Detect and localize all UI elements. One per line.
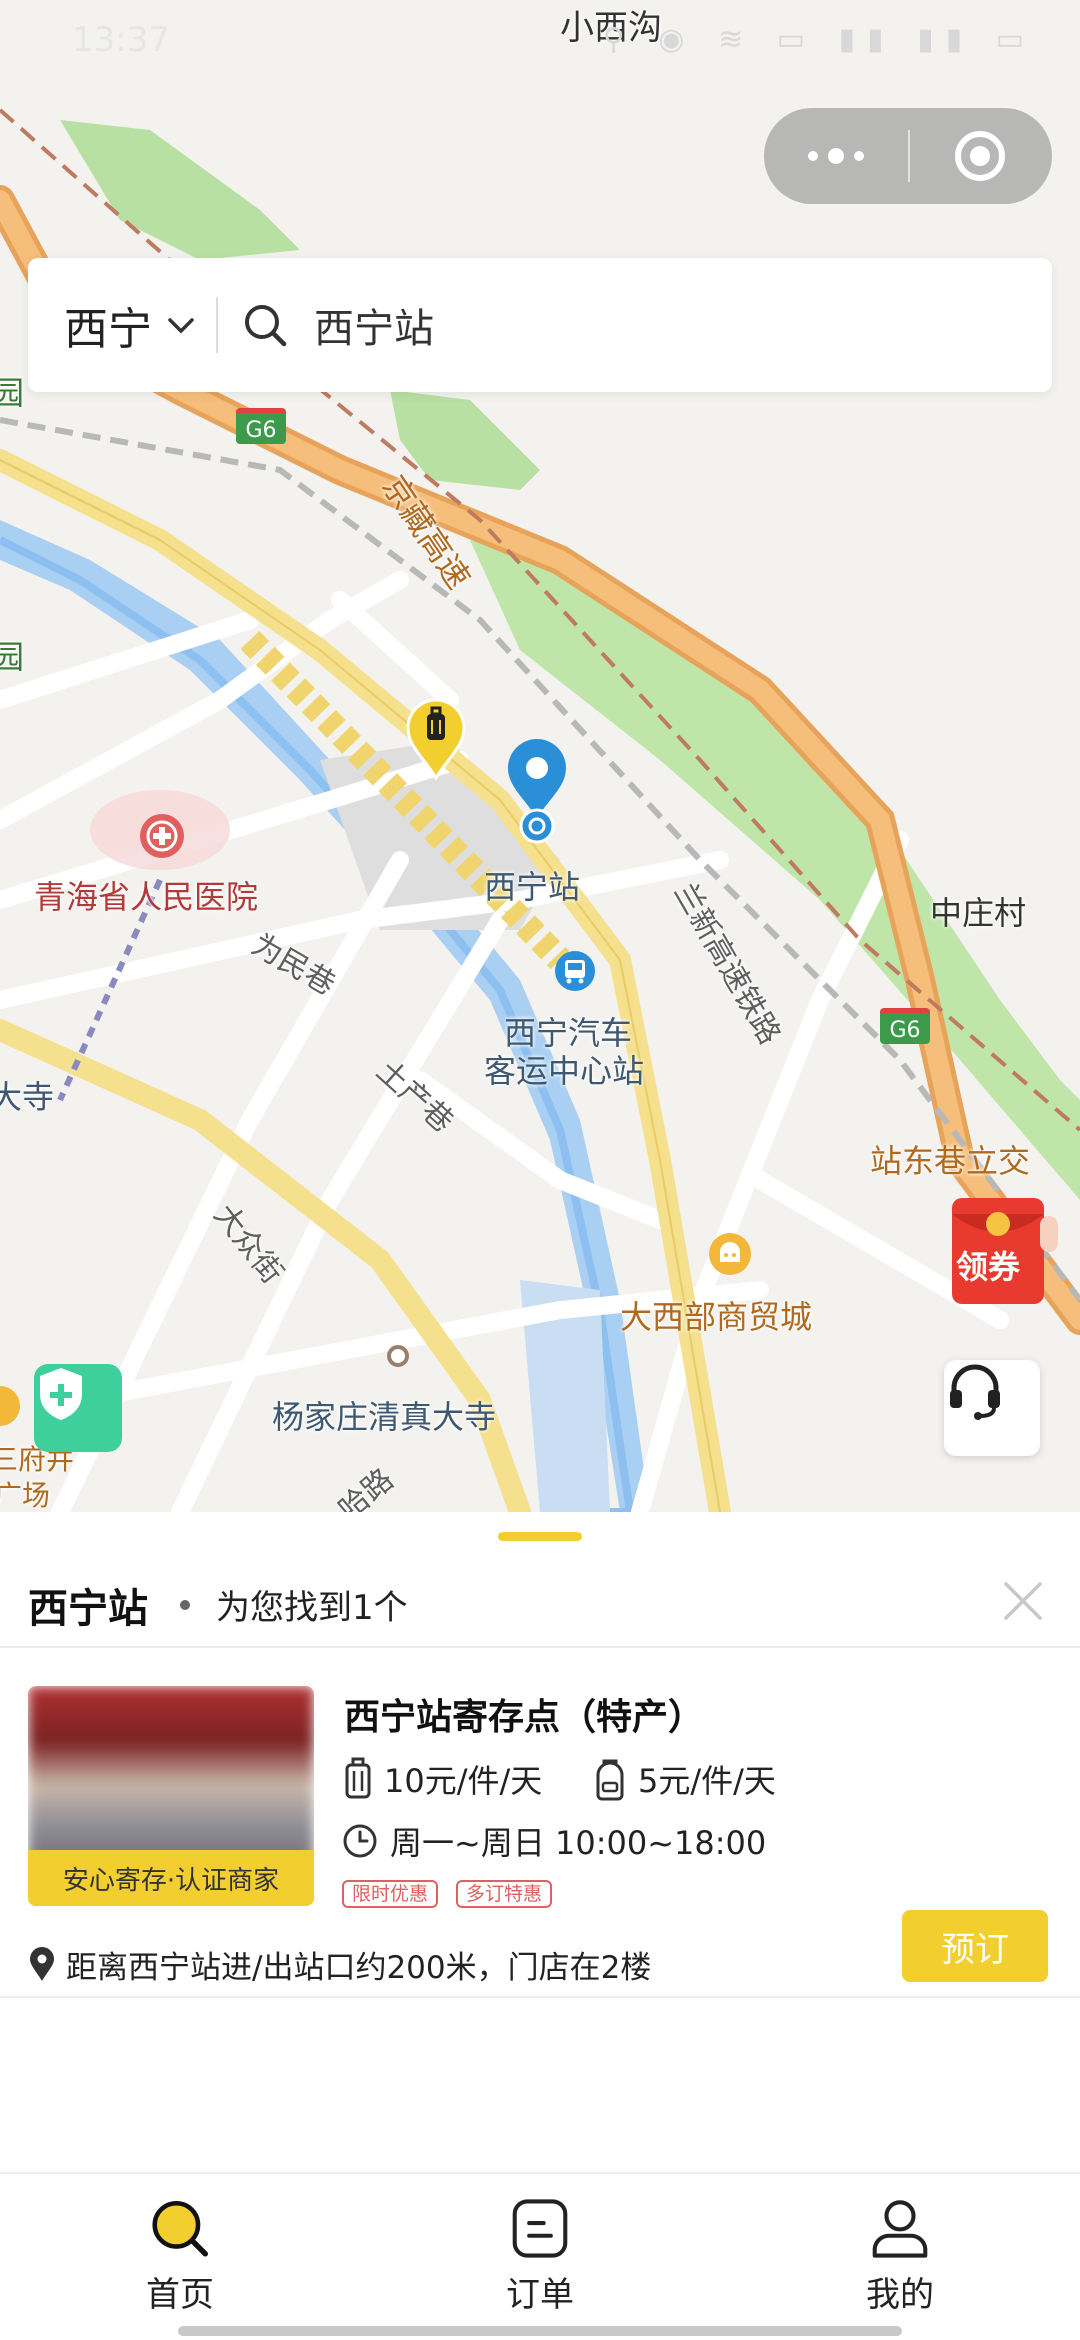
map-label-park-1: 园 [0,374,25,412]
tab-home[interactable]: 首页 [90,2196,270,2316]
backpack-icon [596,1759,624,1801]
opening-hours-text: 周一~周日 10:00~18:00 [390,1824,767,1862]
map-label-zhandong: 站东巷立交 [870,1142,1031,1180]
map-label-bus-station-2[interactable]: 客运中心站 [484,1046,644,1092]
sheet-drag-handle[interactable] [498,1532,582,1541]
dot-icon [828,148,844,164]
location-pin-icon [30,1946,54,1981]
store-photo[interactable]: 安心寄存·认证商家 [28,1686,314,1906]
voucher-button[interactable]: 领券 [946,1190,1058,1310]
results-count: 为您找到1个 [216,1588,408,1628]
status-bar: 13:37 ⚲ ◉ ≋ ▭ ▮▮ ▮▮ ▭ [0,0,1080,80]
promo-tag: 限时优惠 [342,1880,439,1908]
g6-shield-2: G6 [880,1008,930,1044]
dot-icon [854,151,864,161]
tab-home-label: 首页 [146,2275,214,2315]
hospital-icon[interactable] [138,812,186,860]
map-label-park-2: 园 [0,638,25,676]
insurance-button[interactable] [34,1364,122,1452]
dot-icon [808,151,818,161]
map-label-zhongzhuang: 中庄村 [930,894,1027,932]
map-label-mall[interactable]: 大西部商贸城 [620,1292,812,1338]
home-search-icon [152,2200,208,2257]
tab-orders-label: 订单 [506,2275,574,2315]
tab-mine-label: 我的 [866,2275,934,2315]
map-view[interactable]: 小西沟 青海省人民医院 西宁站 西宁汽车 客运中心站 为民巷 土产巷 大众街 杨… [0,0,1080,1512]
shield-plus-icon [40,1368,82,1420]
map-label-temple: 大寺 [0,1078,55,1116]
book-button[interactable]: 预订 [902,1910,1048,1982]
results-header: 西宁站 为您找到1个 [0,1556,1080,1652]
mall-icon[interactable] [708,1232,752,1276]
map-label-mosque[interactable]: 杨家庄清真大寺 [272,1392,496,1438]
separator-dot [180,1600,190,1610]
close-miniprogram-button[interactable] [908,108,1052,204]
city-name: 西宁 [64,304,152,355]
tab-bar: 首页 订单 我的 [0,2172,1080,2340]
more-menu-button[interactable] [764,108,908,204]
price-bag: 5元/件/天 [592,1756,776,1802]
user-icon [872,2200,928,2258]
customer-service-button[interactable] [944,1360,1040,1456]
results-sheet: 西宁站 为您找到1个 安心寄存·认证商家 西宁站寄存点（特产） 10元/件/天 [0,1512,1080,2172]
promo-tag: 多订特惠 [456,1880,553,1908]
certified-badge: 安心寄存·认证商家 [28,1850,314,1906]
clock-icon [343,1824,377,1858]
map-label-station[interactable]: 西宁站 [484,862,580,908]
results-place-name: 西宁站 [28,1586,148,1632]
g6-shield-1: G6 [236,408,286,444]
target-icon [955,131,1005,181]
price-bag-text: 5元/件/天 [638,1762,776,1800]
miniprogram-capsule [764,108,1052,204]
close-icon[interactable] [998,1576,1048,1626]
voucher-label: 领券 [956,1248,1021,1286]
opening-hours: 周一~周日 10:00~18:00 [342,1818,766,1864]
store-name[interactable]: 西宁站寄存点（特产） [344,1688,704,1740]
status-time: 13:37 [72,20,170,60]
tab-mine[interactable]: 我的 [810,2196,990,2316]
map-label-square-2: 广场 [0,1479,51,1512]
suitcase-icon [345,1757,371,1799]
edge-poi-icon[interactable] [0,1384,22,1428]
headset-icon [950,1364,1000,1420]
store-location: 距离西宁站进/出站口约200米，门店在2楼 [28,1942,651,1987]
tab-orders[interactable]: 订单 [450,2196,630,2316]
map-label-hospital[interactable]: 青海省人民医院 [34,872,258,918]
chevron-down-icon [168,318,194,334]
status-icons: ⚲ ◉ ≋ ▭ ▮▮ ▮▮ ▭ [602,22,1036,57]
mosque-poi-icon[interactable] [386,1344,410,1368]
search-input[interactable] [314,302,914,348]
luggage-pin-icon[interactable] [404,696,468,780]
search-bar: 西宁 [28,258,1052,392]
store-location-text: 距离西宁站进/出站口约200米，门店在2楼 [66,1950,652,1986]
price-luggage: 10元/件/天 [342,1756,542,1802]
store-card[interactable]: 安心寄存·认证商家 西宁站寄存点（特产） 10元/件/天 5元/件/天 周一~周… [0,1648,1080,1996]
price-luggage-text: 10元/件/天 [384,1762,543,1800]
search-icon [245,305,287,347]
station-pin-icon[interactable] [502,738,572,848]
order-icon [512,2199,568,2258]
home-indicator[interactable] [178,2326,902,2336]
city-selector[interactable]: 西宁 [28,258,196,392]
bus-station-icon[interactable] [554,950,596,992]
divider [0,1996,1080,1998]
search-divider [216,297,218,353]
